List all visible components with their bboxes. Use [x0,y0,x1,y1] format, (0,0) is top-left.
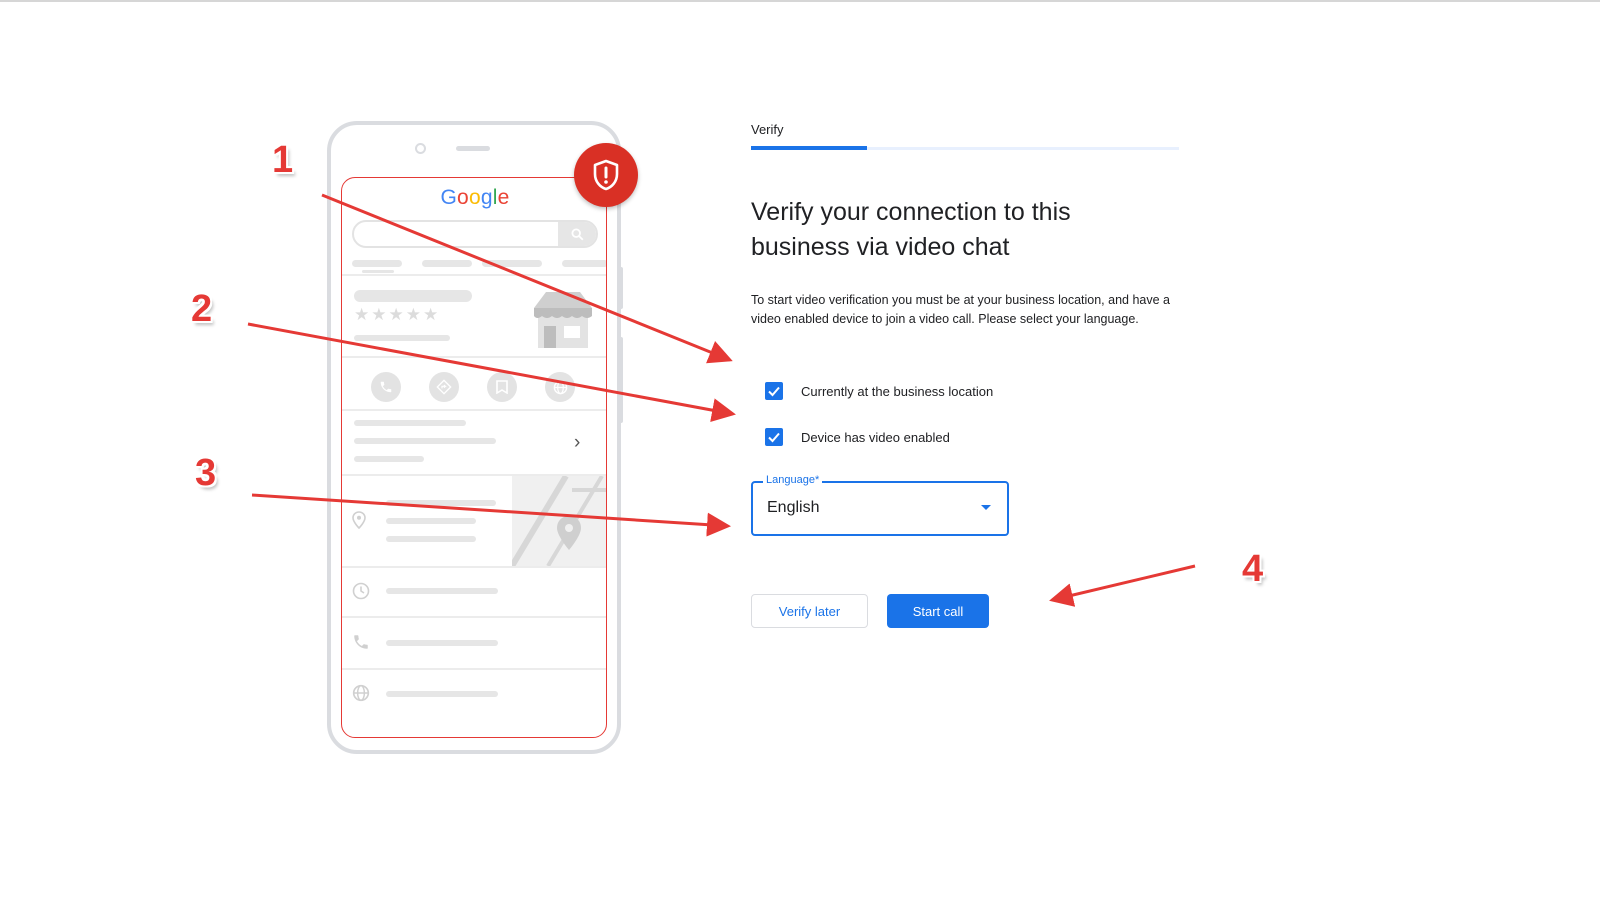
annotation-label-1: 1 [272,139,294,181]
annotation-arrow-3 [251,493,731,537]
annotation-arrow-2 [247,322,736,422]
annotation-arrow-1 [321,193,733,364]
annotation-label-4: 4 [1242,548,1264,590]
annotation-label-3: 3 [195,452,217,494]
annotation-arrows [247,193,1196,607]
annotation-arrow-4 [1049,564,1196,607]
annotation-label-2: 2 [191,288,213,330]
